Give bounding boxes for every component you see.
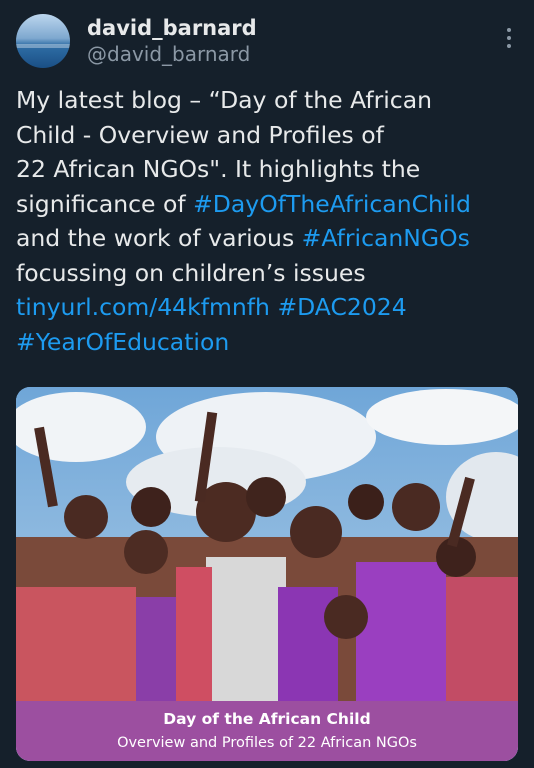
post-text-line: 22 African NGOs". It highlights the xyxy=(16,152,526,187)
post-text: My latest blog – “Day of the African Chil… xyxy=(16,83,526,359)
media-caption-title: Day of the African Child xyxy=(163,710,371,728)
post-link[interactable]: tinyurl.com/44kfmnfh xyxy=(16,293,270,321)
post-text-segment: My latest blog – “Day of the African xyxy=(16,86,433,114)
author-names: david_barnard @david_barnard xyxy=(87,16,257,68)
media-card[interactable]: Day of the African Child Overview and Pr… xyxy=(16,387,518,761)
post-text-line: My latest blog – “Day of the African xyxy=(16,83,526,118)
post-text-segment: 22 African NGOs". It highlights the xyxy=(16,155,421,183)
post-text-segment: focussing on children’s issues xyxy=(16,258,366,287)
tweet: david_barnard @david_barnard My latest b… xyxy=(0,0,534,768)
media-caption-subtitle: Overview and Profiles of 22 African NGOs xyxy=(117,735,417,751)
post-text-line: and the work of various #AfricanNGOs xyxy=(16,221,526,256)
hashtag-link[interactable]: #YearOfEducation xyxy=(16,328,229,356)
post-text-line: Child - Overview and Profiles of xyxy=(16,118,526,153)
hashtag-link[interactable]: #AfricanNGOs xyxy=(302,224,470,252)
post-text-line: #YearOfEducation xyxy=(16,325,526,360)
tweet-header: david_barnard @david_barnard xyxy=(16,14,257,68)
avatar[interactable] xyxy=(16,14,70,68)
author-handle[interactable]: @david_barnard xyxy=(87,41,257,67)
more-vertical-icon[interactable] xyxy=(506,28,512,48)
post-text-line: focussing on children’s issues xyxy=(16,256,526,291)
author-display-name[interactable]: david_barnard xyxy=(87,16,257,41)
media-caption: Day of the African Child Overview and Pr… xyxy=(16,701,518,761)
post-text-segment: Child - Overview and Profiles of xyxy=(16,120,384,149)
hashtag-link[interactable]: #DayOfTheAfricanChild xyxy=(193,190,471,218)
post-text-line: tinyurl.com/44kfmnfh #DAC2024 xyxy=(16,290,526,325)
post-text-line: significance of #DayOfTheAfricanChild xyxy=(16,187,526,222)
post-text-segment: and the work of various xyxy=(16,224,302,252)
hashtag-link[interactable]: #DAC2024 xyxy=(277,293,406,321)
post-text-segment: significance of xyxy=(16,189,194,218)
